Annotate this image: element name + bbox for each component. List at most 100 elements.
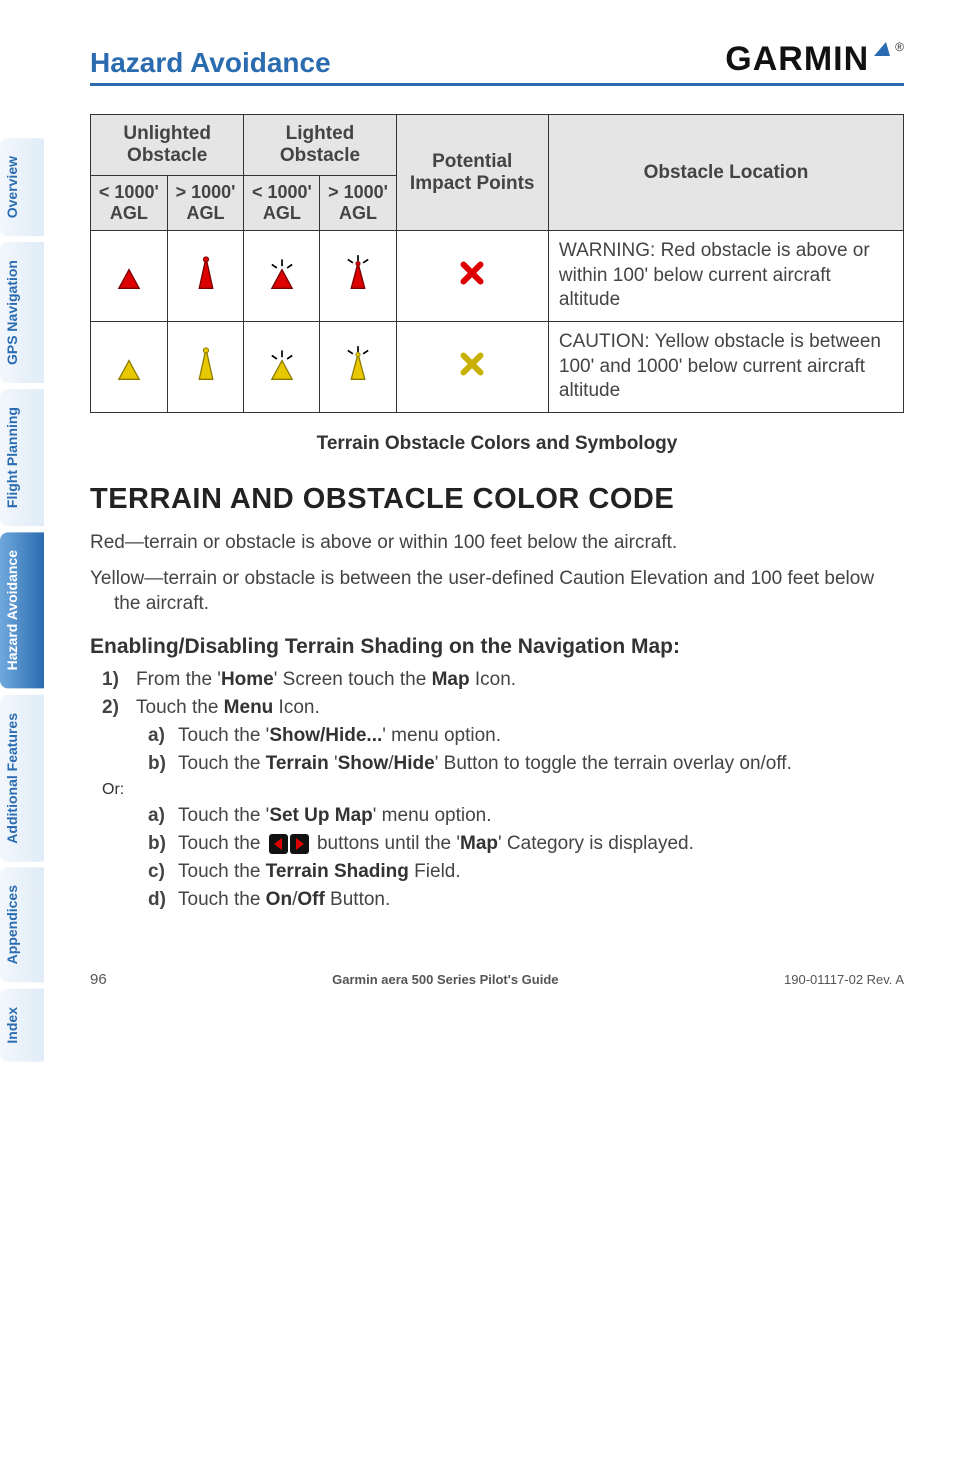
text: Touch the	[136, 697, 224, 718]
step-number: 2)	[102, 697, 136, 719]
bold: Show	[338, 753, 389, 774]
footer-title: Garmin aera 500 Series Pilot's Guide	[107, 972, 784, 987]
tab-flight-planning[interactable]: Flight Planning	[0, 389, 44, 526]
impact-x-icon	[455, 345, 489, 383]
th-lighted: Lighted Obstacle	[244, 115, 396, 176]
obstacle-short-icon	[112, 254, 146, 292]
substep-number: b)	[148, 833, 178, 855]
bold: Map	[460, 833, 498, 854]
bold: Terrain	[266, 753, 329, 774]
obstacle-tall-icon	[189, 254, 223, 292]
th-potential: Potential Impact Points	[396, 115, 548, 231]
garmin-registered-icon: ®	[895, 40, 904, 54]
cell-location-warning: WARNING: Red obstacle is above or within…	[548, 231, 903, 322]
th-unlighted-lt1000: < 1000' AGL	[91, 176, 168, 231]
step-number: 1)	[102, 669, 136, 691]
tab-hazard-avoidance[interactable]: Hazard Avoidance	[0, 532, 44, 688]
text: Touch the	[178, 753, 266, 774]
tab-additional-features[interactable]: Additional Features	[0, 695, 44, 862]
cell-impact-red	[396, 231, 548, 322]
table-row: WARNING: Red obstacle is above or within…	[91, 231, 904, 322]
procedure-steps: 1) From the 'Home' Screen touch the Map …	[102, 669, 904, 719]
garmin-logo: GARMIN ®	[725, 40, 904, 79]
text: Icon.	[470, 669, 516, 690]
paragraph-red: Red—terrain or obstacle is above or with…	[90, 530, 904, 556]
th-unlighted-gt1000: > 1000' AGL	[167, 176, 244, 231]
garmin-logo-text: GARMIN	[725, 40, 869, 79]
substep-number: a)	[148, 805, 178, 827]
cell-unlighted-short-red	[91, 231, 168, 322]
substep-text: Touch the Terrain 'Show/Hide' Button to …	[178, 753, 792, 775]
tab-overview[interactable]: Overview	[0, 138, 44, 236]
garmin-triangle-icon	[872, 40, 892, 58]
substeps-first: a) Touch the 'Show/Hide...' menu option.…	[148, 725, 904, 775]
substep-c: c) Touch the Terrain Shading Field.	[148, 861, 904, 883]
text: buttons until the '	[317, 833, 460, 854]
text: Touch the	[178, 833, 266, 854]
text: ' menu option.	[382, 725, 501, 746]
paragraph-yellow: Yellow—terrain or obstacle is between th…	[90, 566, 904, 617]
text: Touch the	[178, 889, 266, 910]
table-row: CAUTION: Yellow obstacle is between 100'…	[91, 322, 904, 413]
substep-d: d) Touch the On/Off Button.	[148, 889, 904, 911]
text: '	[329, 753, 338, 774]
or-label: Or:	[102, 781, 904, 799]
text: Button.	[325, 889, 391, 910]
table-caption: Terrain Obstacle Colors and Symbology	[90, 433, 904, 455]
page-number: 96	[90, 971, 107, 988]
substep-b2: b) Touch the buttons until the 'Map' Cat…	[148, 833, 904, 855]
obstacle-table: Unlighted Obstacle Lighted Obstacle Pote…	[90, 114, 904, 413]
step-text: From the 'Home' Screen touch the Map Ico…	[136, 669, 516, 691]
substep-number: b)	[148, 753, 178, 775]
cell-lighted-short-red	[244, 231, 320, 322]
impact-x-icon	[455, 254, 489, 292]
cell-location-caution: CAUTION: Yellow obstacle is between 100'…	[548, 322, 903, 413]
procedure-title: Enabling/Disabling Terrain Shading on th…	[90, 635, 904, 659]
bold: Menu	[224, 697, 274, 718]
text: ' Button to toggle the terrain overlay o…	[435, 753, 792, 774]
substep-text: Touch the Terrain Shading Field.	[178, 861, 461, 883]
substep-text: Touch the buttons until the 'Map' Catego…	[178, 833, 694, 855]
obstacle-lighted-tall-icon	[341, 345, 375, 383]
obstacle-lighted-short-icon	[265, 254, 299, 292]
substeps-second: a) Touch the 'Set Up Map' menu option. b…	[148, 805, 904, 911]
text: Touch the '	[178, 805, 269, 826]
cell-unlighted-short-yellow	[91, 322, 168, 413]
bold: Home	[221, 669, 274, 690]
cell-lighted-short-yellow	[244, 322, 320, 413]
arrow-buttons-icon	[269, 834, 309, 854]
substep-text: Touch the 'Show/Hide...' menu option.	[178, 725, 501, 747]
substep-a2: a) Touch the 'Set Up Map' menu option.	[148, 805, 904, 827]
bold: Terrain Shading	[266, 861, 409, 882]
tab-gps-navigation[interactable]: GPS Navigation	[0, 242, 44, 383]
th-lighted-lt1000: < 1000' AGL	[244, 176, 320, 231]
text: Touch the	[178, 861, 266, 882]
text: Touch the '	[178, 725, 269, 746]
substep-text: Touch the On/Off Button.	[178, 889, 390, 911]
page-footer: 96 Garmin aera 500 Series Pilot's Guide …	[90, 971, 904, 988]
step-2: 2) Touch the Menu Icon.	[102, 697, 904, 719]
substep-text: Touch the 'Set Up Map' menu option.	[178, 805, 492, 827]
obstacle-lighted-tall-icon	[341, 254, 375, 292]
tab-appendices[interactable]: Appendices	[0, 867, 44, 982]
bold: On	[266, 889, 292, 910]
substep-number: c)	[148, 861, 178, 883]
header-title: Hazard Avoidance	[90, 47, 331, 79]
cell-lighted-tall-red	[320, 231, 396, 322]
tab-index[interactable]: Index	[0, 989, 44, 1062]
step-1: 1) From the 'Home' Screen touch the Map …	[102, 669, 904, 691]
text: Icon.	[273, 697, 319, 718]
cell-unlighted-tall-yellow	[167, 322, 244, 413]
obstacle-lighted-short-icon	[265, 345, 299, 383]
obstacle-short-icon	[112, 345, 146, 383]
text: From the '	[136, 669, 221, 690]
obstacle-tall-icon	[189, 345, 223, 383]
cell-impact-yellow	[396, 322, 548, 413]
substep-b1: b) Touch the Terrain 'Show/Hide' Button …	[148, 753, 904, 775]
bold: Off	[297, 889, 324, 910]
text: ' menu option.	[373, 805, 492, 826]
bold: Show/Hide...	[269, 725, 382, 746]
text: ' Category is displayed.	[498, 833, 694, 854]
cell-unlighted-tall-red	[167, 231, 244, 322]
th-lighted-gt1000: > 1000' AGL	[320, 176, 396, 231]
